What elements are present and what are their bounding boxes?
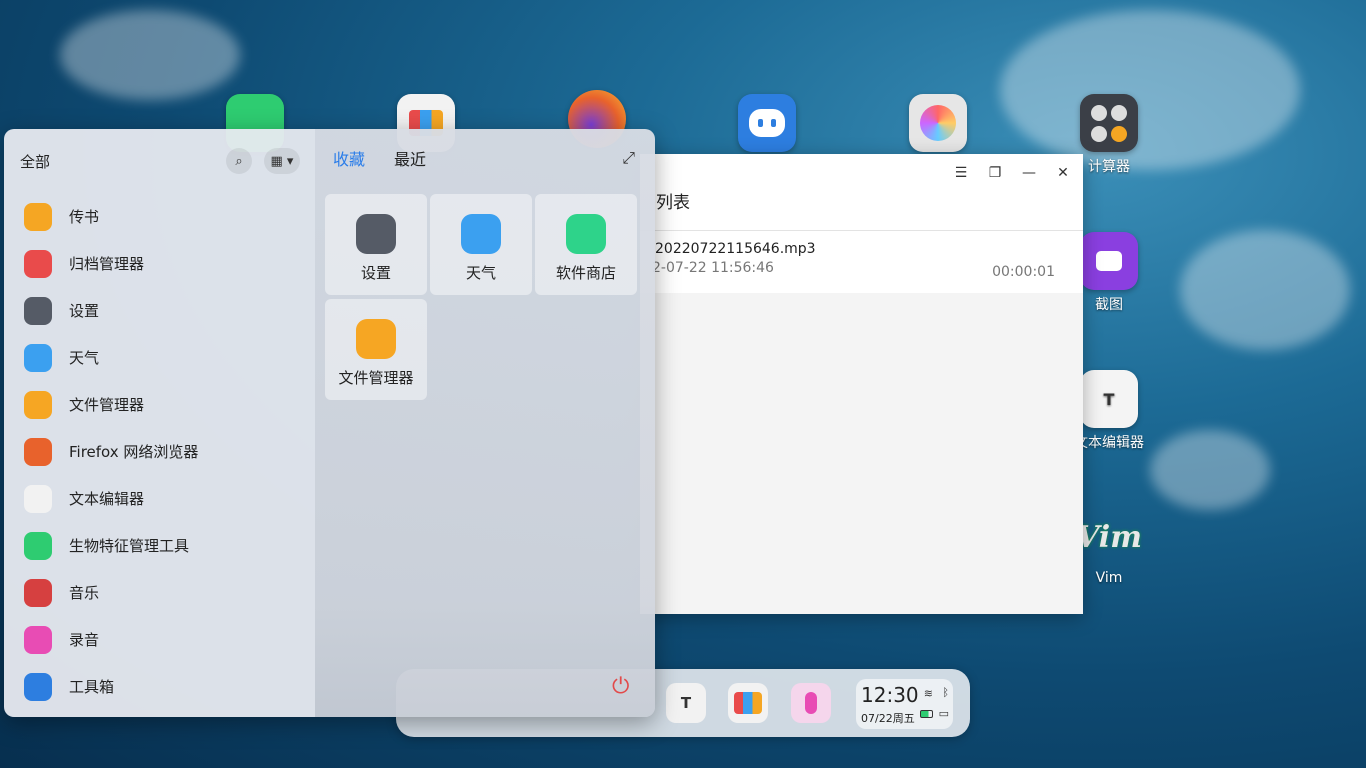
- recorder-icon: [805, 692, 817, 714]
- search-icon[interactable]: ⌕: [226, 148, 252, 174]
- app-item[interactable]: 录音: [24, 616, 315, 663]
- app-item-label: 音乐: [69, 584, 100, 602]
- app-item[interactable]: 天气: [24, 334, 315, 381]
- view-mode-icon[interactable]: ▦ ▾: [264, 148, 300, 174]
- biometric-icon: [24, 531, 52, 560]
- archive-icon: [24, 249, 52, 278]
- tab-favorites[interactable]: 收藏: [333, 146, 365, 170]
- clock-widget[interactable]: 12:30 07/22周五 ≋ ᛒ ▭: [856, 679, 953, 729]
- recording-duration: 00:00:01: [992, 264, 1055, 280]
- settings-icon: [356, 214, 396, 254]
- notification-icon[interactable]: ▭: [939, 707, 949, 720]
- desktop-icon-disc[interactable]: [898, 94, 978, 156]
- fullscreen-icon[interactable]: ⤢: [622, 148, 635, 168]
- text-editor-icon: T: [680, 694, 692, 712]
- weather-icon: [24, 343, 52, 372]
- spacer: [640, 214, 1083, 230]
- favorite-tile[interactable]: 设置: [325, 194, 427, 295]
- dock-item-archive[interactable]: [728, 683, 768, 723]
- tab-recent[interactable]: 最近: [394, 146, 426, 170]
- wallpaper-foam: [1000, 10, 1300, 170]
- app-item-label: Firefox 网络浏览器: [69, 443, 199, 461]
- recorder-window: ☰ ❐ — ✕ 列表 20220722115646.mp3 2-07-22 11…: [640, 154, 1083, 614]
- file-manager-icon: [24, 390, 52, 419]
- minimize-icon[interactable]: —: [1019, 163, 1039, 183]
- app-item-label: 文本编辑器: [69, 490, 145, 508]
- launcher-app-list-panel: 全部 ⌕ ▦ ▾ 传书归档管理器设置天气文件管理器 Firefox 网络浏览器 文本…: [4, 129, 315, 717]
- launcher-header: 全部 ⌕ ▦ ▾: [4, 129, 315, 193]
- app-item-label: 归档管理器: [69, 255, 145, 273]
- app-item[interactable]: 生物特征管理工具: [24, 522, 315, 569]
- app-item-label: 传书: [69, 208, 100, 226]
- app-launcher: 全部 ⌕ ▦ ▾ 传书 归档管理器 设置 天气 文件管理器 Firefox 网络浏览器 文本…: [4, 129, 655, 717]
- menu-icon[interactable]: ☰: [951, 163, 971, 183]
- wifi-icon[interactable]: ≋: [924, 687, 933, 700]
- category-label: 全部: [20, 152, 51, 171]
- window-titlebar: ☰ ❐ — ✕: [640, 154, 1083, 192]
- favorite-tile[interactable]: 文件管理器: [325, 299, 427, 400]
- music-icon: [24, 578, 52, 607]
- firefox-icon: [24, 437, 52, 466]
- app-item[interactable]: 设置: [24, 287, 315, 334]
- favorite-tile[interactable]: 天气: [430, 194, 532, 295]
- power-icon[interactable]: ⏻: [612, 674, 629, 699]
- clock-date: 07/22周五: [861, 712, 915, 725]
- restore-icon[interactable]: ❐: [985, 163, 1005, 183]
- recording-row[interactable]: 20220722115646.mp3 2-07-22 11:56:46 00:0…: [640, 231, 1083, 293]
- store-icon: [566, 214, 606, 254]
- file-manager-icon: [356, 319, 396, 359]
- app-item[interactable]: 传书: [24, 193, 315, 240]
- favorite-label: 文件管理器: [338, 369, 414, 387]
- app-item-label: 工具箱: [69, 678, 115, 696]
- app-item-label: 录音: [69, 631, 100, 649]
- app-item[interactable]: 归档管理器: [24, 240, 315, 287]
- app-item-label: 文件管理器: [69, 396, 145, 414]
- archive-icon: [734, 692, 762, 714]
- bluetooth-icon[interactable]: ᛒ: [942, 686, 949, 699]
- app-item-label: 设置: [69, 302, 100, 320]
- app-item[interactable]: 文件管理器: [24, 381, 315, 428]
- wallpaper-foam: [1150, 430, 1270, 510]
- toolbox-icon: [24, 672, 52, 701]
- app-item[interactable]: Firefox 网络浏览器: [24, 428, 315, 475]
- app-item-label: 天气: [69, 349, 100, 367]
- toolbox-icon: [738, 94, 796, 152]
- favorite-label: 天气: [465, 264, 496, 282]
- dock-item-recorder[interactable]: [791, 683, 831, 723]
- wallpaper-foam: [60, 10, 240, 100]
- calculator-icon: [1080, 94, 1138, 152]
- text-editor-icon: [24, 484, 52, 513]
- app-item[interactable]: 工具箱: [24, 663, 315, 710]
- launcher-tabs: 收藏 最近 ⤢: [315, 129, 655, 187]
- chuanshu-icon: [24, 202, 52, 231]
- list-title: 列表: [640, 192, 1083, 214]
- favorite-label: 软件商店: [555, 264, 616, 282]
- dock-item-text-editor[interactable]: T: [666, 683, 706, 723]
- settings-icon: [24, 296, 52, 325]
- favorite-label: 设置: [360, 264, 391, 282]
- weather-icon: [461, 214, 501, 254]
- desktop-icon-toolbox[interactable]: [727, 94, 807, 156]
- text-editor-icon: T: [1080, 370, 1138, 428]
- disc-burner-icon: [909, 94, 967, 152]
- app-item[interactable]: 音乐: [24, 569, 315, 616]
- launcher-favorites-panel: 收藏 最近 ⤢ 设置 天气 软件商店文件管理器 ⏻: [315, 129, 655, 717]
- app-list: 传书归档管理器设置天气文件管理器 Firefox 网络浏览器 文本编辑器生物特征管理…: [4, 193, 315, 710]
- app-item-label: 生物特征管理工具: [69, 537, 190, 555]
- screenshot-icon: [1080, 232, 1138, 290]
- app-item[interactable]: 文本编辑器: [24, 475, 315, 522]
- favorite-tile[interactable]: 软件商店: [535, 194, 637, 295]
- clock-time: 12:30: [861, 683, 919, 707]
- recorder-icon: [24, 625, 52, 654]
- wallpaper-foam: [1180, 230, 1350, 350]
- vim-icon: Vim: [1076, 519, 1142, 555]
- battery-icon[interactable]: [920, 710, 933, 718]
- close-icon[interactable]: ✕: [1053, 163, 1073, 183]
- recording-name: 20220722115646.mp3: [655, 241, 816, 257]
